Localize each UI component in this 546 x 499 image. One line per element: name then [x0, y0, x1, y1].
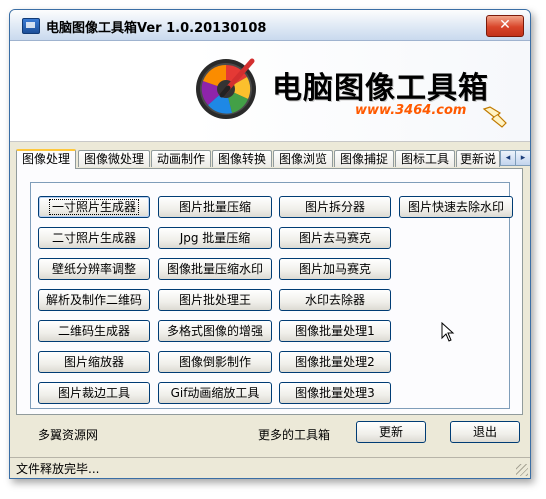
mouse-cursor-icon — [441, 322, 455, 342]
tool-button-reflection[interactable]: 图像倒影制作 — [158, 351, 272, 373]
color-palette-icon — [196, 58, 256, 119]
tool-button-remove-mosaic[interactable]: 图片去马赛克 — [279, 227, 391, 249]
tab-icon-tools[interactable]: 图标工具 — [395, 150, 455, 167]
status-bar: 文件释放完毕... — [10, 457, 530, 478]
tab-bar: 图像处理 图像微处理 动画制作 图像转换 图像浏览 图像捕捉 图标工具 更新说 … — [16, 149, 530, 169]
app-window: 电脑图像工具箱Ver 1.0.20130108 ✕ 电脑图像工具箱 www.34… — [9, 9, 531, 479]
tool-button-image-crop[interactable]: 图片裁边工具 — [38, 382, 150, 404]
tab-image-processing[interactable]: 图像处理 — [16, 149, 76, 169]
tool-button-2inch-photo[interactable]: 二寸照片生成器 — [38, 227, 150, 249]
tool-button-add-mosaic[interactable]: 图片加马赛克 — [279, 258, 391, 280]
app-icon — [22, 18, 40, 34]
tool-button-gif-scaler[interactable]: Gif动画缩放工具 — [158, 382, 272, 404]
tool-button-batch-process-1[interactable]: 图像批量处理1 — [279, 320, 391, 342]
tool-button-wallpaper-resolution[interactable]: 壁纸分辨率调整 — [38, 258, 150, 280]
tab-panel: 一寸照片生成器 二寸照片生成器 壁纸分辨率调整 解析及制作二维码 二维码生成器 … — [16, 168, 523, 415]
tool-button-qrcode-parse[interactable]: 解析及制作二维码 — [38, 289, 150, 311]
title-bar[interactable]: 电脑图像工具箱Ver 1.0.20130108 ✕ — [10, 10, 530, 41]
tool-button-image-scaler[interactable]: 图片缩放器 — [38, 351, 150, 373]
resize-grip[interactable] — [516, 464, 528, 476]
tool-label: 一寸照片生成器 — [48, 199, 140, 215]
tool-button-batch-process-3[interactable]: 图像批量处理3 — [279, 382, 391, 404]
tab-image-micro-processing[interactable]: 图像微处理 — [78, 150, 150, 167]
resource-site-link[interactable]: 多翼资源网 — [38, 426, 98, 443]
tool-button-1inch-photo[interactable]: 一寸照片生成器 — [38, 196, 150, 218]
tool-button-batch-compress[interactable]: 图片批量压缩 — [158, 196, 272, 218]
tool-button-multiformat-enhance[interactable]: 多格式图像的增强 — [158, 320, 272, 342]
tab-image-capture[interactable]: 图像捕捉 — [334, 150, 394, 167]
tab-image-browse[interactable]: 图像浏览 — [273, 150, 333, 167]
tab-scroll-left-button[interactable]: ◂ — [500, 150, 516, 166]
window-title: 电脑图像工具箱Ver 1.0.20130108 — [46, 21, 267, 36]
tab-animation[interactable]: 动画制作 — [151, 150, 211, 167]
status-text: 文件释放完毕... — [16, 462, 100, 476]
banner-title: 电脑图像工具箱 — [272, 71, 489, 106]
update-button[interactable]: 更新 — [356, 421, 426, 443]
banner-url-link[interactable]: www.3464.com — [355, 103, 466, 118]
tool-button-batch-process-2[interactable]: 图像批量处理2 — [279, 351, 391, 373]
tool-button-group: 一寸照片生成器 二寸照片生成器 壁纸分辨率调整 解析及制作二维码 二维码生成器 … — [30, 182, 513, 409]
tool-button-qrcode-generator[interactable]: 二维码生成器 — [38, 320, 150, 342]
tool-button-batch-king[interactable]: 图片批处理王 — [158, 289, 272, 311]
tab-update-notes[interactable]: 更新说 — [456, 150, 500, 167]
tab-image-convert[interactable]: 图像转换 — [212, 150, 272, 167]
more-tools-link[interactable]: 更多的工具箱 — [258, 426, 330, 443]
pointing-hand-icon — [482, 106, 507, 128]
tool-button-quick-watermark-remove[interactable]: 图片快速去除水印 — [399, 196, 513, 218]
close-button[interactable]: ✕ — [486, 15, 524, 37]
tool-button-watermark-remover[interactable]: 水印去除器 — [279, 289, 391, 311]
tool-button-image-splitter[interactable]: 图片拆分器 — [279, 196, 391, 218]
tab-scroll-right-button[interactable]: ▸ — [515, 150, 530, 166]
banner: 电脑图像工具箱 www.3464.com — [10, 41, 530, 142]
tool-button-batch-compress-watermark[interactable]: 图像批量压缩水印 — [158, 258, 272, 280]
exit-button[interactable]: 退出 — [450, 421, 520, 443]
tool-button-jpg-batch-compress[interactable]: Jpg 批量压缩 — [158, 227, 272, 249]
